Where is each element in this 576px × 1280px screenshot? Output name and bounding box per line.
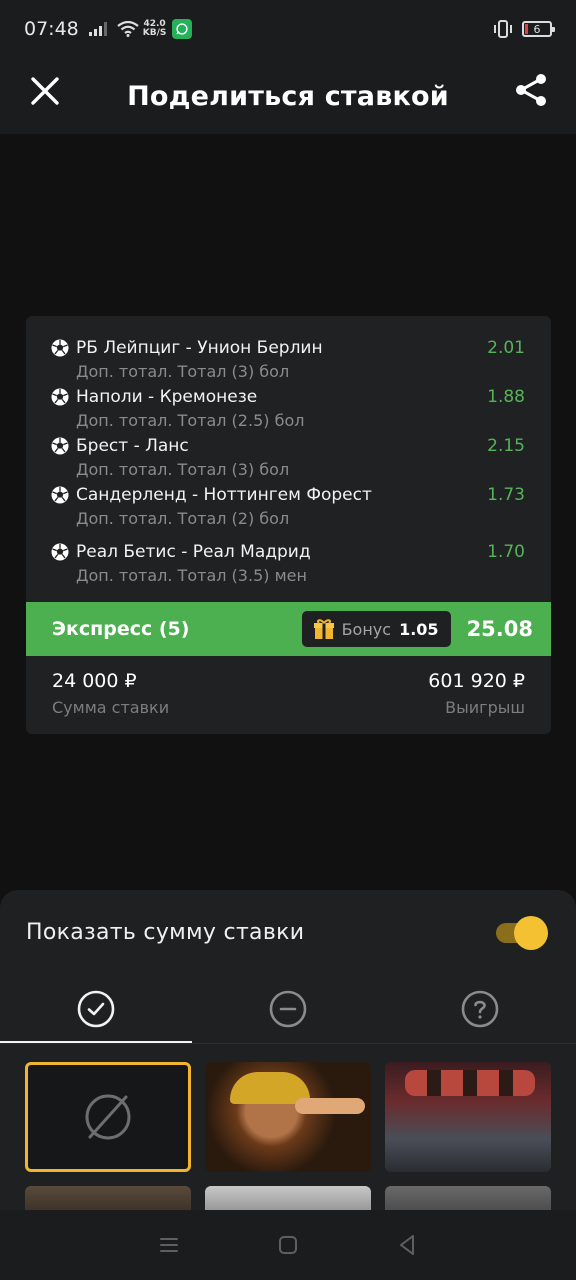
event-title: Реал Бетис - Реал Мадрид: [76, 542, 311, 562]
wifi-icon: [117, 21, 139, 37]
event-market: Доп. тотал. Тотал (2.5) бол: [76, 411, 305, 430]
none-icon: [85, 1094, 131, 1140]
tab-minus[interactable]: [192, 974, 384, 1044]
background-thumbnail[interactable]: [385, 1186, 551, 1210]
event-odd: 1.88: [487, 387, 525, 407]
whatsapp-icon: [172, 19, 193, 39]
event-item: Сандерленд - Ноттингем Форест Доп. тотал…: [50, 483, 525, 532]
bonus-value: 1.05: [399, 619, 439, 639]
event-market: Доп. тотал. Тотал (2) бол: [76, 509, 290, 528]
event-item: Реал Бетис - Реал Мадрид Доп. тотал. Тот…: [50, 540, 525, 589]
win-caption: Выигрыш: [445, 698, 525, 717]
event-odd: 2.15: [487, 436, 525, 456]
event-market: Доп. тотал. Тотал (3) бол: [76, 460, 290, 479]
app-header: Поделиться ставкой: [0, 58, 576, 134]
event-odd: 1.70: [487, 542, 525, 562]
signal-icon: [88, 22, 107, 36]
check-circle-icon: [77, 990, 115, 1028]
vibrate-icon: [494, 20, 512, 38]
options-sheet: Показать сумму ставки: [0, 890, 576, 1210]
event-odd: 1.73: [487, 485, 525, 505]
event-title: РБ Лейпциг - Унион Берлин: [76, 338, 323, 358]
event-item: Брест - Ланс Доп. тотал. Тотал (3) бол 2…: [50, 434, 525, 483]
soccer-ball-icon: [51, 339, 69, 357]
back-icon[interactable]: [394, 1232, 420, 1258]
no-background-option[interactable]: [25, 1062, 191, 1172]
gift-icon: [313, 619, 334, 639]
page-title: Поделиться ставкой: [127, 80, 449, 112]
soccer-ball-icon: [51, 486, 69, 504]
stake-value: 24 000 ₽: [52, 670, 137, 692]
background-thumbnail[interactable]: [25, 1186, 191, 1210]
battery-icon: 6: [522, 21, 555, 37]
menu-icon[interactable]: [156, 1232, 182, 1258]
soccer-ball-icon: [51, 437, 69, 455]
home-icon[interactable]: [275, 1232, 301, 1258]
tab-question[interactable]: [384, 974, 576, 1044]
express-label: Экспресс (5): [52, 618, 190, 640]
event-title: Сандерленд - Ноттингем Форест: [76, 485, 372, 505]
win-value: 601 920 ₽: [428, 670, 525, 692]
background-tabs: [0, 974, 576, 1044]
bonus-label: Бонус: [341, 619, 392, 639]
show-amount-toggle[interactable]: [496, 915, 548, 950]
close-icon[interactable]: [28, 74, 62, 108]
system-nav-bar: [0, 1210, 576, 1280]
event-market: Доп. тотал. Тотал (3.5) мен: [76, 566, 307, 585]
bet-card: РБ Лейпциг - Унион Берлин Доп. тотал. То…: [26, 316, 551, 734]
background-thumbnail[interactable]: [205, 1062, 371, 1172]
tabs-divider: [0, 1043, 576, 1044]
tab-check[interactable]: [0, 974, 192, 1044]
background-grid: [25, 1062, 553, 1210]
question-circle-icon: [461, 990, 499, 1028]
event-item: Наполи - Кремонезе Доп. тотал. Тотал (2.…: [50, 385, 525, 434]
share-icon[interactable]: [514, 72, 548, 108]
bonus-badge: Бонус 1.05: [301, 611, 451, 647]
status-bar: 07:48 42.0 KB/S 6: [0, 0, 576, 58]
background-thumbnail[interactable]: [205, 1186, 371, 1210]
stake-caption: Сумма ставки: [52, 698, 170, 717]
event-title: Наполи - Кремонезе: [76, 387, 258, 407]
soccer-ball-icon: [51, 388, 69, 406]
event-odd: 2.01: [487, 338, 525, 358]
minus-circle-icon: [269, 990, 307, 1028]
network-speed: 42.0 KB/S: [142, 19, 167, 38]
show-amount-label: Показать сумму ставки: [26, 919, 305, 945]
event-list: РБ Лейпциг - Унион Берлин Доп. тотал. То…: [26, 316, 551, 589]
express-bar: Экспресс (5) Бонус 1.05 25.08: [26, 602, 551, 656]
status-time: 07:48: [24, 18, 79, 40]
show-amount-row: Показать сумму ставки: [26, 912, 548, 952]
total-odd: 25.08: [466, 617, 533, 641]
soccer-ball-icon: [51, 543, 69, 561]
event-item: РБ Лейпциг - Унион Берлин Доп. тотал. То…: [50, 336, 525, 385]
event-title: Брест - Ланс: [76, 436, 189, 456]
event-market: Доп. тотал. Тотал (3) бол: [76, 362, 290, 381]
background-thumbnail[interactable]: [385, 1062, 551, 1172]
